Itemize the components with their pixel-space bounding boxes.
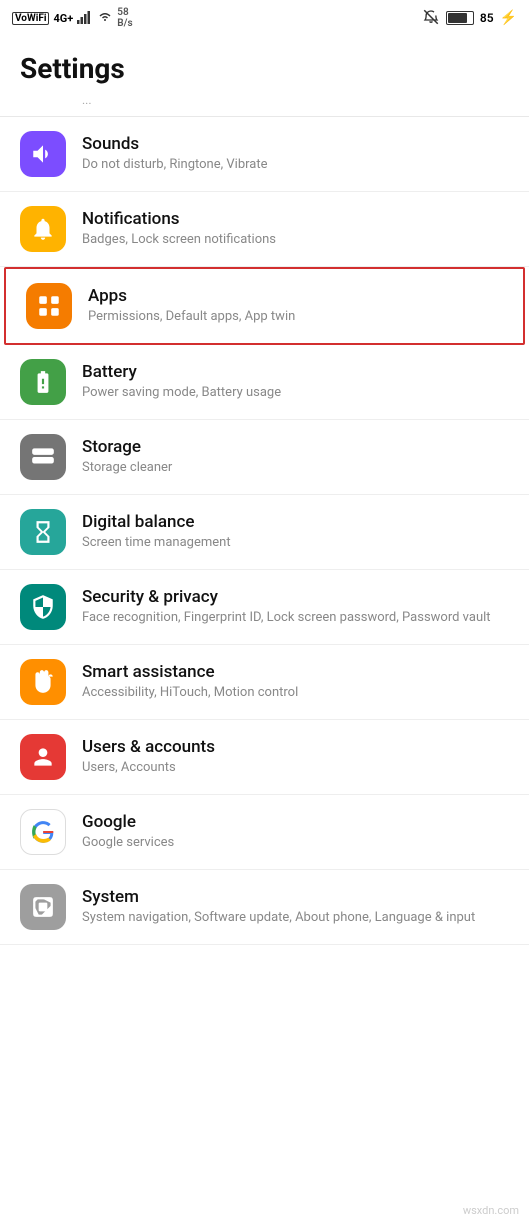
charging-icon: ⚡ [500,10,517,26]
users-accounts-text: Users & accounts Users, Accounts [82,737,509,777]
status-bar: VoWiFi 4G+ 58B/s [0,0,529,36]
digital-balance-text: Digital balance Screen time management [82,512,509,552]
security-subtitle: Face recognition, Fingerprint ID, Lock s… [82,610,509,627]
apps-subtitle: Permissions, Default apps, App twin [88,309,503,326]
battery-subtitle: Power saving mode, Battery usage [82,385,509,402]
wifi-icon [97,11,113,26]
google-icon-wrapper [20,809,66,855]
security-icon-wrapper [20,584,66,630]
settings-item-notifications[interactable]: Notifications Badges, Lock screen notifi… [0,192,529,267]
network-type: 4G+ [53,12,73,25]
google-subtitle: Google services [82,835,509,852]
settings-item-smart-assistance[interactable]: Smart assistance Accessibility, HiTouch,… [0,645,529,720]
bell-mute-icon [422,8,440,29]
apps-icon [36,293,62,319]
vowifi-label: VoWiFi [12,12,49,25]
status-right: 85 ⚡ [422,8,517,29]
sounds-text: Sounds Do not disturb, Ringtone, Vibrate [82,134,509,174]
google-icon [30,819,56,845]
battery-fill [448,13,467,23]
smart-assistance-subtitle: Accessibility, HiTouch, Motion control [82,685,509,702]
page-title: Settings [0,36,529,93]
battery-icon-wrapper [20,359,66,405]
battery-text: Battery Power saving mode, Battery usage [82,362,509,402]
bell-icon [30,216,56,242]
notifications-title: Notifications [82,209,509,229]
system-icon-wrapper [20,884,66,930]
apps-title: Apps [88,286,503,306]
settings-item-system[interactable]: System System navigation, Software updat… [0,870,529,945]
users-accounts-subtitle: Users, Accounts [82,760,509,777]
storage-icon [30,444,56,470]
settings-item-battery[interactable]: Battery Power saving mode, Battery usage [0,345,529,420]
status-left: VoWiFi 4G+ 58B/s [12,7,133,29]
smart-assistance-title: Smart assistance [82,662,509,682]
signal-bars [77,10,93,27]
sounds-icon-wrapper [20,131,66,177]
digital-balance-icon-wrapper [20,509,66,555]
settings-item-security-privacy[interactable]: Security & privacy Face recognition, Fin… [0,570,529,645]
notifications-subtitle: Badges, Lock screen notifications [82,232,509,249]
settings-item-storage[interactable]: Storage Storage cleaner [0,420,529,495]
sounds-subtitle: Do not disturb, Ringtone, Vibrate [82,157,509,174]
users-icon-wrapper [20,734,66,780]
google-text: Google Google services [82,812,509,852]
battery-title: Battery [82,362,509,382]
battery-indicator [446,11,474,25]
sounds-title: Sounds [82,134,509,154]
apps-icon-wrapper [26,283,72,329]
battery-charging-icon [30,369,56,395]
notifications-icon-wrapper [20,206,66,252]
hand-icon [30,669,56,695]
settings-item-users-accounts[interactable]: Users & accounts Users, Accounts [0,720,529,795]
users-accounts-title: Users & accounts [82,737,509,757]
apps-text: Apps Permissions, Default apps, App twin [88,286,503,326]
smart-assistance-text: Smart assistance Accessibility, HiTouch,… [82,662,509,702]
notifications-text: Notifications Badges, Lock screen notifi… [82,209,509,249]
system-title: System [82,887,509,907]
watermark: wsxdn.com [463,1204,519,1217]
system-text: System System navigation, Software updat… [82,887,509,927]
system-subtitle: System navigation, Software update, Abou… [82,910,509,927]
storage-subtitle: Storage cleaner [82,460,509,477]
smart-assistance-icon-wrapper [20,659,66,705]
settings-item-google[interactable]: Google Google services [0,795,529,870]
battery-percent: 85 [480,11,494,25]
storage-icon-wrapper [20,434,66,480]
settings-item-sounds[interactable]: Sounds Do not disturb, Ringtone, Vibrate [0,117,529,192]
partial-top-item: ... [0,93,529,117]
speed-label: 58B/s [117,7,132,29]
storage-text: Storage Storage cleaner [82,437,509,477]
system-icon [30,894,56,920]
shield-icon [30,594,56,620]
settings-item-apps[interactable]: Apps Permissions, Default apps, App twin [4,267,525,345]
settings-item-digital-balance[interactable]: Digital balance Screen time management [0,495,529,570]
digital-balance-title: Digital balance [82,512,509,532]
storage-title: Storage [82,437,509,457]
sound-icon [30,141,56,167]
hourglass-icon [30,519,56,545]
security-title: Security & privacy [82,587,509,607]
user-icon [30,744,56,770]
security-text: Security & privacy Face recognition, Fin… [82,587,509,627]
google-title: Google [82,812,509,832]
digital-balance-subtitle: Screen time management [82,535,509,552]
settings-list: Sounds Do not disturb, Ringtone, Vibrate… [0,117,529,945]
